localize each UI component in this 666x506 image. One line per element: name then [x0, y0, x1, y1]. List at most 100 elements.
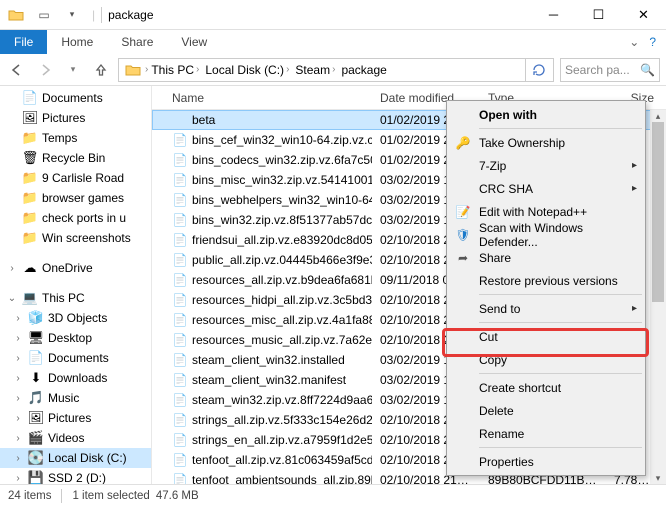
sidebar-item-3d-objects[interactable]: ›🧊3D Objects [0, 308, 151, 328]
status-bar: 24 items 1 item selected 47.6 MB [0, 484, 666, 506]
file-icon: 📄 [172, 332, 188, 348]
scroll-up-icon[interactable]: ▴ [650, 110, 666, 122]
address-bar: ▾ › This PC › Local Disk (C:) › Steam › … [0, 54, 666, 86]
menu-properties[interactable]: Properties [449, 450, 643, 473]
sidebar-onedrive[interactable]: ›☁OneDrive [0, 258, 151, 278]
breadcrumb-seg-thispc[interactable]: This PC › [148, 63, 202, 77]
file-icon: 📄 [172, 192, 188, 208]
chevron-icon[interactable]: › [6, 263, 18, 274]
ribbon-expand-icon[interactable]: ⌄ [629, 35, 639, 49]
documents-icon: 📄 [28, 350, 44, 366]
sidebar-item-recycle-bin[interactable]: 🗑Recycle Bin [0, 148, 151, 168]
back-button[interactable] [6, 59, 28, 81]
sidebar-item-check-ports-in-u[interactable]: 📁check ports in u [0, 208, 151, 228]
folder-icon: 📁 [22, 210, 38, 226]
menu-rename[interactable]: Rename [449, 422, 643, 445]
chevron-icon[interactable]: › [12, 413, 24, 424]
tab-file[interactable]: File [0, 30, 47, 54]
menu-create-shortcut[interactable]: Create shortcut [449, 376, 643, 399]
chevron-icon[interactable]: › [12, 393, 24, 404]
chevron-right-icon: ▸ [632, 183, 637, 194]
music-icon: 🎵 [28, 390, 44, 406]
sidebar-item-win-screenshots[interactable]: 📁Win screenshots [0, 228, 151, 248]
scroll-down-icon[interactable]: ▾ [650, 472, 666, 484]
chevron-icon[interactable]: › [12, 333, 24, 344]
chevron-icon[interactable]: › [12, 433, 24, 444]
sidebar-item-local-disk-c-[interactable]: ›💽Local Disk (C:) [0, 448, 151, 468]
folder-icon: 📁 [22, 190, 38, 206]
breadcrumb-seg-drive[interactable]: Local Disk (C:) › [202, 63, 292, 77]
chevron-icon[interactable]: › [12, 453, 24, 464]
sidebar-item-documents[interactable]: ›📄Documents [0, 348, 151, 368]
sidebar-thispc[interactable]: ⌄💻This PC [0, 288, 151, 308]
file-icon: 📄 [172, 392, 188, 408]
tab-view[interactable]: View [167, 31, 221, 53]
chevron-icon[interactable]: › [12, 473, 24, 484]
sidebar-item-desktop[interactable]: ›🖥Desktop [0, 328, 151, 348]
folder-icon [8, 7, 24, 23]
notepad-icon: 📝 [455, 204, 471, 220]
chevron-icon[interactable]: › [12, 313, 24, 324]
recent-dropdown[interactable]: ▾ [62, 59, 84, 81]
sidebar-item-pictures[interactable]: 🖼Pictures [0, 108, 151, 128]
chevron-right-icon: ▸ [632, 303, 637, 314]
menu-share[interactable]: ➦Share [449, 246, 643, 269]
search-placeholder: Search pa... [565, 63, 630, 77]
menu-send-to[interactable]: Send to▸ [449, 297, 643, 320]
menu-crc-sha[interactable]: CRC SHA▸ [449, 177, 643, 200]
menu-restore[interactable]: Restore previous versions [449, 269, 643, 292]
maximize-button[interactable]: ☐ [576, 0, 621, 30]
forward-button[interactable] [34, 59, 56, 81]
close-button[interactable]: ✕ [621, 0, 666, 30]
tab-home[interactable]: Home [47, 31, 107, 53]
up-button[interactable] [90, 59, 112, 81]
qat-dropdown-icon[interactable]: ▾ [64, 7, 80, 23]
file-icon: 📄 [172, 212, 188, 228]
videos-icon: 🎬 [28, 430, 44, 446]
chevron-icon[interactable]: ⌄ [6, 293, 18, 304]
sidebar-item-ssd-2-d-[interactable]: ›💾SSD 2 (D:) [0, 468, 151, 484]
breadcrumb-seg-steam[interactable]: Steam › [292, 63, 338, 77]
file-icon: 📄 [172, 132, 188, 148]
pc-icon: 💻 [22, 290, 38, 306]
objects-icon: 🧊 [28, 310, 44, 326]
col-name[interactable]: Name [164, 91, 372, 105]
breadcrumb[interactable]: › This PC › Local Disk (C:) › Steam › pa… [118, 58, 554, 82]
menu-open-with[interactable]: Open with [449, 103, 643, 126]
sidebar-item-9-carlisle-road[interactable]: 📁9 Carlisle Road [0, 168, 151, 188]
qat-properties-icon[interactable]: ▭ [36, 7, 52, 23]
menu-7zip[interactable]: 7-Zip▸ [449, 154, 643, 177]
documents-icon: 📄 [22, 90, 38, 106]
menu-copy[interactable]: Copy [449, 348, 643, 371]
sidebar-item-downloads[interactable]: ›⬇Downloads [0, 368, 151, 388]
scrollbar-thumb[interactable] [652, 122, 664, 302]
menu-delete[interactable]: Delete [449, 399, 643, 422]
sidebar-item-music[interactable]: ›🎵Music [0, 388, 151, 408]
file-icon: 📄 [172, 352, 188, 368]
drive-icon: 💾 [28, 470, 44, 484]
chevron-icon[interactable]: › [12, 353, 24, 364]
sidebar-item-pictures[interactable]: ›🖼Pictures [0, 408, 151, 428]
tab-share[interactable]: Share [107, 31, 167, 53]
search-input[interactable]: Search pa... 🔍 [560, 58, 660, 82]
help-icon[interactable]: ? [649, 35, 656, 49]
titlebar: ▭ ▾ | package ─ ☐ ✕ [0, 0, 666, 30]
sidebar-item-browser-games[interactable]: 📁browser games [0, 188, 151, 208]
scrollbar-vertical[interactable]: ▴ ▾ [650, 110, 666, 484]
folder-icon: 📁 [22, 130, 38, 146]
file-icon: 📄 [172, 372, 188, 388]
pictures-icon: 🖼 [22, 110, 38, 126]
file-icon [172, 112, 188, 128]
folder-icon [121, 63, 145, 77]
breadcrumb-seg-package[interactable]: package [338, 63, 389, 77]
sidebar-item-temps[interactable]: 📁Temps [0, 128, 151, 148]
sidebar-item-documents[interactable]: 📄Documents [0, 88, 151, 108]
menu-scan-defender[interactable]: 🛡Scan with Windows Defender... [449, 223, 643, 246]
chevron-icon[interactable]: › [12, 373, 24, 384]
sidebar-item-videos[interactable]: ›🎬Videos [0, 428, 151, 448]
minimize-button[interactable]: ─ [531, 0, 576, 30]
refresh-button[interactable] [525, 59, 551, 81]
search-icon: 🔍 [640, 63, 655, 77]
menu-cut[interactable]: Cut [449, 325, 643, 348]
menu-take-ownership[interactable]: 🔑Take Ownership [449, 131, 643, 154]
